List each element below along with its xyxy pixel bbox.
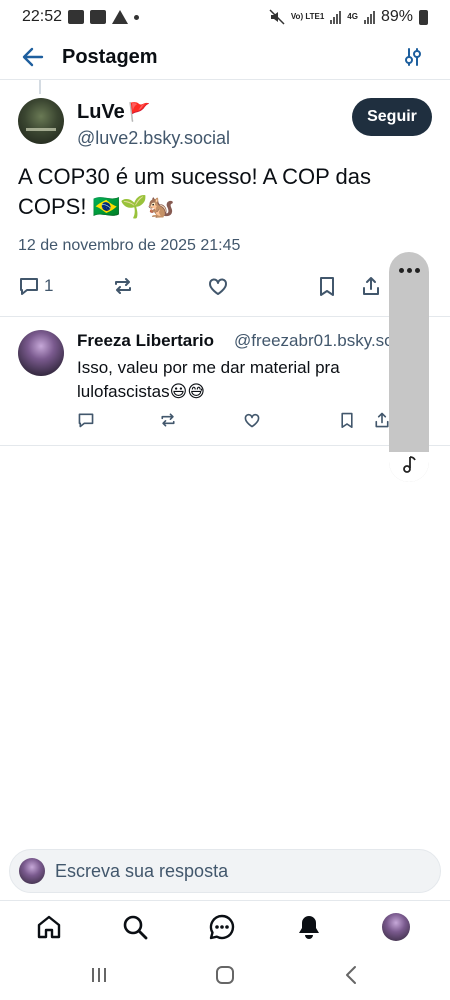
reply-author-name[interactable]: Freeza Libertario <box>77 330 214 352</box>
arrow-left-icon <box>22 47 44 67</box>
chat-icon <box>209 914 235 940</box>
checkbox-notification-icon <box>90 10 107 24</box>
bottom-navigation <box>0 900 450 952</box>
recent-apps-icon <box>92 968 106 982</box>
music-note-icon <box>403 456 416 473</box>
reply-composer[interactable] <box>9 849 441 893</box>
music-button[interactable] <box>389 452 429 482</box>
post-text: A COP30 é um sucesso! A COP das COPS! 🇧🇷… <box>18 164 371 219</box>
status-bar: 22:52 Vo) LTE1 4G 89% <box>0 0 450 34</box>
reply-bookmark-button[interactable] <box>339 411 355 429</box>
home-circle-icon <box>216 966 234 984</box>
network-type: 4G <box>347 12 358 21</box>
battery-percent: 89% <box>380 8 413 25</box>
profile-avatar <box>382 913 410 941</box>
nav-home[interactable] <box>31 909 67 945</box>
author-flag-emoji: 🚩 <box>128 102 151 122</box>
reply-actions <box>0 408 450 434</box>
home-system-button[interactable] <box>210 962 240 988</box>
battery-icon <box>419 9 428 25</box>
reply-icon <box>20 278 38 295</box>
reply-author-avatar[interactable] <box>18 330 64 376</box>
status-left: 22:52 <box>22 8 140 26</box>
bookmark-button[interactable] <box>317 275 337 297</box>
author-name[interactable]: LuVe <box>77 100 125 124</box>
bookmark-icon <box>341 412 353 428</box>
share-icon <box>363 277 379 295</box>
status-right: Vo) LTE1 4G 89% <box>269 8 428 26</box>
signal-icon-2 <box>363 10 375 24</box>
more-notifications-icon <box>134 14 140 20</box>
like-icon <box>209 278 227 295</box>
reply-input[interactable] <box>55 860 415 882</box>
search-icon <box>123 915 148 940</box>
home-icon <box>37 915 61 939</box>
like-icon <box>244 413 260 428</box>
thread-settings-button[interactable] <box>398 42 428 72</box>
notifications-icon <box>299 916 319 939</box>
network-label: Vo) LTE1 <box>290 12 325 21</box>
repost-icon <box>161 413 175 427</box>
page-header: Postagem <box>0 34 450 80</box>
floating-media-widget[interactable] <box>389 252 429 482</box>
nav-profile[interactable] <box>378 909 414 945</box>
back-button[interactable] <box>18 42 48 72</box>
system-navigation <box>0 952 450 1000</box>
sliders-icon <box>405 48 421 66</box>
post-date: 12 de novembro de 2025 21:45 <box>18 237 241 254</box>
reply-like-button[interactable] <box>243 411 261 429</box>
reply-count: 1 <box>44 276 54 295</box>
warning-icon <box>112 10 129 24</box>
notification-icon <box>68 10 85 24</box>
reply-icon <box>78 413 94 428</box>
system-back-button[interactable] <box>336 962 366 988</box>
bookmark-icon <box>320 277 334 296</box>
reply-text: Isso, valeu por me dar material pra lulo… <box>77 358 340 401</box>
like-button[interactable] <box>207 275 229 297</box>
reply-button[interactable]: 1 <box>18 275 53 297</box>
thread-line <box>39 80 41 94</box>
page-title: Postagem <box>62 46 158 68</box>
more-options-icon[interactable] <box>389 258 429 282</box>
share-button[interactable] <box>360 275 382 297</box>
repost-button[interactable] <box>112 275 134 297</box>
repost-icon <box>115 278 131 294</box>
follow-button[interactable]: Seguir <box>352 98 432 136</box>
post-actions: 1 <box>0 270 450 304</box>
reply-divider <box>0 445 450 446</box>
reply-reply-button[interactable] <box>77 411 95 429</box>
signal-icon <box>330 10 342 24</box>
status-time: 22:52 <box>22 8 63 25</box>
nav-search[interactable] <box>117 909 153 945</box>
recent-apps-button[interactable] <box>84 962 114 988</box>
nav-chat[interactable] <box>204 909 240 945</box>
composer-avatar <box>19 858 45 884</box>
chevron-left-icon <box>346 966 356 984</box>
mute-icon <box>269 9 285 25</box>
reply-repost-button[interactable] <box>159 411 177 429</box>
post-divider <box>0 316 450 317</box>
author-handle[interactable]: @luve2.bsky.social <box>77 127 230 149</box>
author-avatar[interactable] <box>18 98 64 144</box>
nav-notifications[interactable] <box>291 909 327 945</box>
